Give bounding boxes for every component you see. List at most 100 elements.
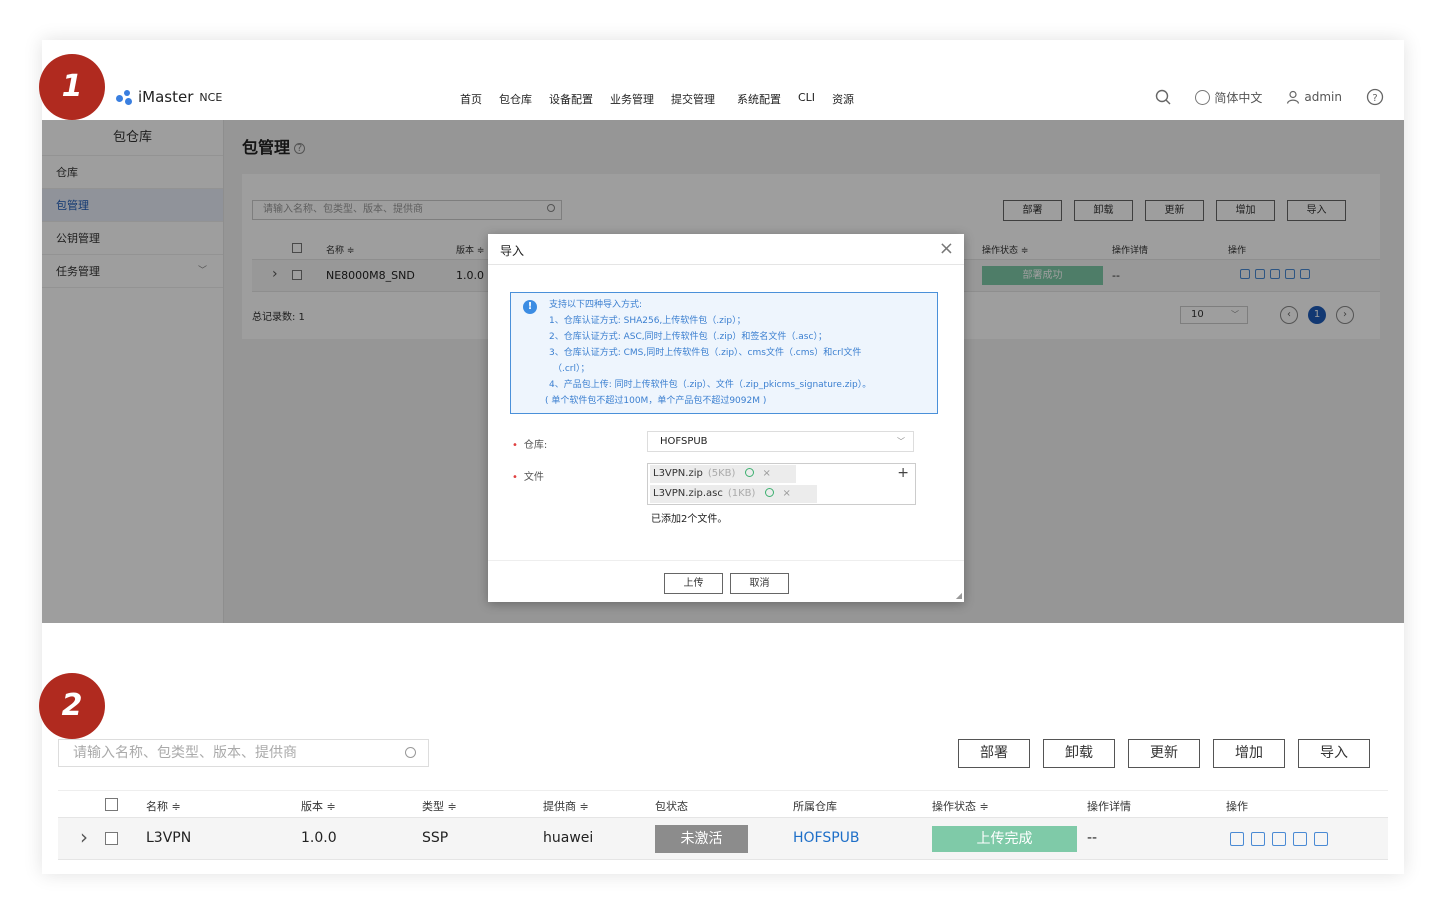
search-placeholder: 请输入名称、包类型、版本、提供商 <box>73 745 297 761</box>
col-name[interactable]: 名称 ≑ <box>146 798 181 814</box>
notice-line: ( 单个软件包不超过100M，单个产品包不超过9092M ) <box>545 396 767 406</box>
repo-label-text: 仓库: <box>523 440 548 451</box>
file-upload-box[interactable]: L3VPN.zip (5KB) × L3VPN.zip.asc (1KB) × + <box>647 463 916 505</box>
col-op-detail: 操作详情 <box>1087 800 1131 813</box>
header-tools: 简体中文 admin ? <box>1155 88 1384 106</box>
file-size: (5KB) <box>707 468 736 479</box>
import-button[interactable]: 导入 <box>1298 739 1370 768</box>
toolbar-buttons: 部署 卸载 更新 增加 导入 <box>958 739 1370 768</box>
user-menu[interactable]: admin <box>1286 90 1342 104</box>
app-logo[interactable]: iMaster NCE <box>116 88 222 106</box>
col-actions: 操作 <box>1226 800 1248 813</box>
notice-line: 2、仓库认证方式: ASC,同时上传软件包（.zip）和签名文件（.asc）； <box>549 332 827 342</box>
notice-line: （.crl）； <box>553 364 590 374</box>
col-version[interactable]: 版本 ≑ <box>301 798 336 814</box>
notice-text: 支持以下四种导入方式: 1、仓库认证方式: SHA256,上传软件包（.zip）… <box>545 297 872 409</box>
repo-select-value: HOFSPUB <box>660 436 708 447</box>
file-label: • 文件 <box>512 472 544 483</box>
nav-home[interactable]: 首页 <box>460 91 482 107</box>
table-row[interactable]: › L3VPN 1.0.0 SSP huawei 未激活 HOFSPUB 上传完… <box>58 818 1388 860</box>
check-circle-icon <box>745 468 755 477</box>
col-repo: 所属仓库 <box>793 800 837 813</box>
view-icon[interactable] <box>1230 832 1244 846</box>
language-label: 简体中文 <box>1214 90 1263 105</box>
nav-service-mgmt[interactable]: 业务管理 <box>610 91 654 107</box>
refresh-icon[interactable] <box>1272 832 1286 846</box>
app-suffix: NCE <box>199 90 223 104</box>
row-type: SSP <box>422 830 449 846</box>
check-circle-icon <box>765 488 775 497</box>
import-dialog: 导入 × ! 支持以下四种导入方式: 1、仓库认证方式: SHA256,上传软件… <box>488 234 964 602</box>
deploy-icon[interactable] <box>1251 832 1265 846</box>
notice-line: 3、仓库认证方式: CMS,同时上传软件包（.zip）、cms文件（.cms）和… <box>549 348 862 358</box>
nav-commit-mgmt[interactable]: 提交管理 <box>671 91 715 107</box>
table-header: 名称 ≑ 版本 ≑ 类型 ≑ 提供商 ≑ 包状态 所属仓库 操作状态 ≑ 操作详… <box>58 790 1388 818</box>
deploy-button[interactable]: 部署 <box>958 739 1030 768</box>
main-nav: 首页 包仓库 设备配置 业务管理 提交管理 系统配置 CLI 资源 <box>460 91 871 107</box>
add-file-icon[interactable]: + <box>897 465 909 481</box>
upload-button[interactable]: 上传 <box>664 573 723 594</box>
nav-device-config[interactable]: 设备配置 <box>549 91 593 107</box>
row-version: 1.0.0 <box>301 830 337 846</box>
notice-line: 1、仓库认证方式: SHA256,上传软件包（.zip）； <box>549 316 746 326</box>
top-bar: iMaster NCE 首页 包仓库 设备配置 业务管理 提交管理 系统配置 CL… <box>42 40 1404 120</box>
row-vendor: huawei <box>543 830 594 846</box>
cancel-button[interactable]: 取消 <box>730 573 789 594</box>
pkg-status-badge: 未激活 <box>655 825 748 853</box>
screenshot-frame: iMaster NCE 首页 包仓库 设备配置 业务管理 提交管理 系统配置 CL… <box>42 40 1404 874</box>
dialog-footer: 上传 取消 ◢ <box>488 560 964 602</box>
file-chip: L3VPN.zip.asc (1KB) × <box>650 485 817 503</box>
row-checkbox[interactable] <box>105 832 118 849</box>
resize-handle-icon[interactable]: ◢ <box>956 591 962 600</box>
app-name: iMaster <box>138 88 194 106</box>
import-notice: ! 支持以下四种导入方式: 1、仓库认证方式: SHA256,上传软件包（.zi… <box>510 292 938 414</box>
step-marker-2: 2 <box>39 673 105 739</box>
svg-text:?: ? <box>1372 93 1377 104</box>
repo-label: • 仓库: <box>512 440 548 451</box>
nav-cli[interactable]: CLI <box>798 91 815 107</box>
close-icon[interactable]: × <box>939 238 954 259</box>
notice-line: 4、产品包上传: 同时上传软件包（.zip）、文件（.zip_pkicms_si… <box>549 380 872 390</box>
update-button[interactable]: 更新 <box>1128 739 1200 768</box>
uninstall-button[interactable]: 卸载 <box>1043 739 1115 768</box>
col-vendor[interactable]: 提供商 ≑ <box>543 798 589 814</box>
col-pkg-status: 包状态 <box>655 800 688 813</box>
row-actions <box>1230 832 1328 846</box>
file-chip: L3VPN.zip (5KB) × <box>650 465 796 483</box>
dialog-header: 导入 × <box>488 234 964 265</box>
select-all-checkbox[interactable] <box>105 798 118 814</box>
search-icon <box>405 747 416 758</box>
remove-file-icon[interactable]: × <box>782 488 790 499</box>
remove-file-icon[interactable]: × <box>762 468 770 479</box>
col-op-status[interactable]: 操作状态 ≑ <box>932 798 989 814</box>
file-name: L3VPN.zip.asc <box>653 488 723 499</box>
expand-chevron-icon[interactable]: › <box>80 825 88 849</box>
notice-line: 支持以下四种导入方式: <box>549 300 643 310</box>
search-input[interactable]: 请输入名称、包类型、版本、提供商 <box>58 739 429 767</box>
search-button[interactable] <box>1155 89 1171 105</box>
logo-icon <box>116 88 134 106</box>
columns-icon[interactable] <box>1314 832 1328 846</box>
nav-system-config[interactable]: 系统配置 <box>737 91 781 107</box>
file-name: L3VPN.zip <box>653 468 703 479</box>
nav-package-repo[interactable]: 包仓库 <box>499 91 532 107</box>
dialog-title: 导入 <box>500 244 525 258</box>
user-icon <box>1287 90 1300 104</box>
row-name: L3VPN <box>146 830 192 846</box>
repo-select[interactable]: HOFSPUB ﹀ <box>647 431 914 452</box>
status-badge: 上传完成 <box>932 826 1077 852</box>
info-icon: ! <box>523 300 537 314</box>
nav-resources[interactable]: 资源 <box>832 91 854 107</box>
globe-icon <box>1195 89 1211 105</box>
search-icon <box>1156 89 1171 105</box>
file-label-text: 文件 <box>523 472 544 483</box>
file-size: (1KB) <box>727 488 756 499</box>
language-switch[interactable]: 简体中文 <box>1195 89 1262 106</box>
step-marker-1: 1 <box>39 54 105 120</box>
col-type[interactable]: 类型 ≑ <box>422 798 457 814</box>
download-icon[interactable] <box>1293 832 1307 846</box>
add-button[interactable]: 增加 <box>1213 739 1285 768</box>
repo-link[interactable]: HOFSPUB <box>793 830 860 846</box>
help-button[interactable]: ? <box>1366 88 1384 106</box>
chevron-down-icon: ﹀ <box>897 437 905 446</box>
